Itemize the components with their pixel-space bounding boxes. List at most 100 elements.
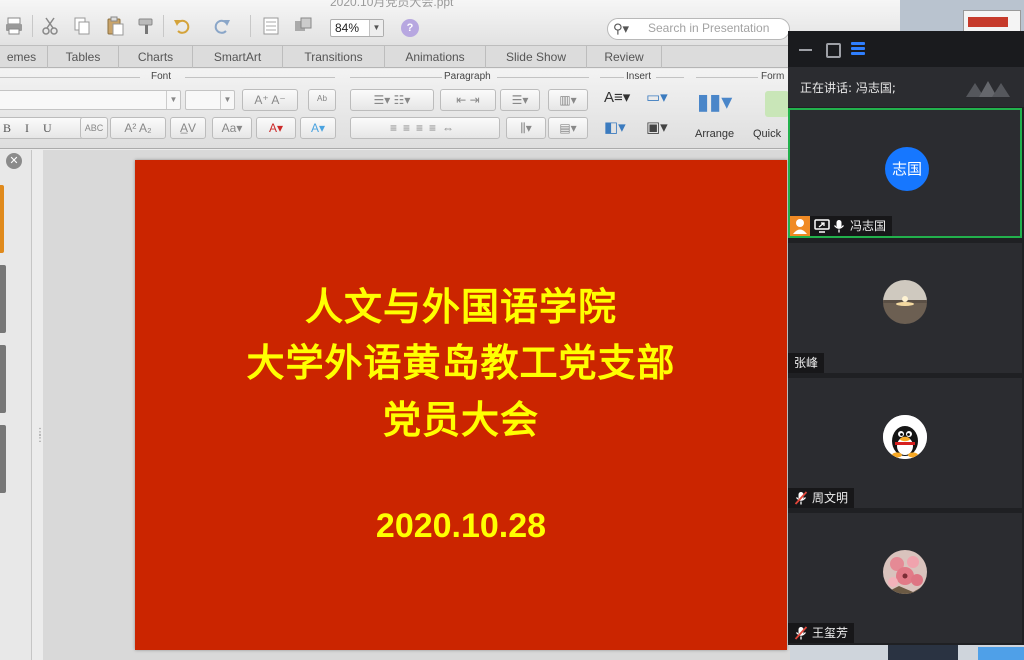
desktop-dock-strip [790,645,1024,660]
toolbar-separator [32,15,33,37]
powerpoint-window: 2020.10月党员大会.ppt 84% ▼ ? ⚲▾ Search in Pr… [0,0,900,660]
font-color-icon[interactable]: A▾ [256,117,296,139]
text-effects-icon[interactable]: A▾ [300,117,336,139]
format-group-label: Form [761,71,785,82]
change-case-icon[interactable]: Aa▾ [212,117,252,139]
media-insert-icon[interactable]: ▣▾ [646,117,668,139]
bullets-numbering-buttons[interactable]: ☰▾ ☷▾ [350,89,434,111]
meeting-panel: 正在讲话: 冯志国; 志国 冯志国 张峰 周文明 王玺芳 [788,31,1024,645]
text-direction-icon[interactable]: ⫼▾ [506,117,546,139]
chevron-down-icon[interactable]: ▼ [369,20,383,36]
tab-charts[interactable]: Charts [119,46,193,68]
participant-tile[interactable]: 张峰 [788,243,1022,373]
tab-transitions[interactable]: Transitions [283,46,385,68]
font-size-field[interactable]: ▼ [185,90,235,110]
clear-format-icon[interactable]: ᴬᵇ [308,89,336,111]
group-divider [185,77,335,78]
character-spacing-icon[interactable]: A̲V [170,117,206,139]
chevron-down-icon[interactable]: ▼ [220,91,234,109]
slide[interactable]: 人文与外国语学院 大学外语黄岛教工党支部 党员大会 2020.10.28 [135,160,787,650]
font-size-grow-shrink[interactable]: A⁺ A⁻ [242,89,298,111]
quick-styles-label[interactable]: Quick [753,128,781,140]
picture-icon[interactable]: ▭▾ [646,87,668,109]
columns-icon[interactable]: ▥▾ [548,89,588,111]
search-icon[interactable]: ⚲▾ [613,21,629,37]
font-name-field[interactable]: ▼ [0,90,181,110]
slide-date: 2020.10.28 [375,507,547,545]
zoom-value: 84% [335,21,360,35]
close-icon[interactable]: ✕ [6,153,22,169]
avatar-flower-photo [883,550,927,594]
slide-thumbnail[interactable] [0,425,6,493]
layout-list-icon[interactable] [850,41,866,57]
cut-icon[interactable] [38,14,62,38]
participant-name: 周文明 [812,491,849,505]
minimize-icon[interactable] [798,41,814,57]
host-icon [790,216,810,236]
strikethrough-button[interactable]: ABC [80,117,108,139]
meeting-title-bar [788,31,1024,67]
meeting-logo-icon [966,81,1010,97]
slide-thumbnail[interactable] [0,265,6,333]
group-divider [696,77,758,78]
alignment-buttons[interactable]: ≡≡≡≡⇔ [350,117,500,139]
group-divider [497,77,589,78]
ribbon-panel: Font Paragraph Insert Form ▼ ▼ A⁺ A⁻ ᴬᵇ … [0,69,900,149]
toolbar-separator [250,15,251,37]
media-icon[interactable] [291,14,315,38]
slide-title-line-1: 人文与外国语学院 [304,285,617,329]
slide-title-line-2: 大学外语黄岛教工党支部 [246,341,676,385]
participant-name-tag: 冯志国 [790,216,893,236]
speaking-text: 正在讲话: 冯志国; [800,81,896,95]
format-painter-icon[interactable] [134,14,158,38]
zoom-select[interactable]: 84% ▼ [330,19,384,37]
participant-tile[interactable]: 周文明 [788,378,1022,508]
indent-buttons[interactable]: ⇤ ⇥ [440,89,496,111]
arrange-label[interactable]: Arrange [695,128,734,140]
align-text-icon[interactable]: ▤▾ [548,117,588,139]
participant-tile-active[interactable]: 志国 冯志国 [788,108,1022,238]
undo-icon[interactable] [170,14,194,38]
tab-themes[interactable]: emes [0,46,48,68]
gallery-icon[interactable] [259,14,283,38]
slide-thumbnail-pane: ✕ [0,150,32,660]
insert-group-label: Insert [626,71,652,82]
group-divider [656,77,684,78]
slide-thumbnail-selected[interactable] [0,185,4,253]
participant-name: 冯志国 [850,219,887,233]
group-divider [350,77,442,78]
search-input[interactable] [648,21,788,35]
screen-share-icon [814,219,830,233]
paste-icon[interactable] [103,14,127,38]
participant-name-tag: 周文明 [788,488,855,508]
participant-tile[interactable]: 王玺芳 [788,513,1022,643]
avatar-penguin [883,415,927,459]
tab-tables[interactable]: Tables [48,46,119,68]
tab-animations[interactable]: Animations [385,46,486,68]
arrange-icon[interactable]: ▮▮▾ [697,91,732,113]
tab-review[interactable]: Review [587,46,662,68]
slide-thumbnail[interactable] [0,345,6,413]
tab-slide-show[interactable]: Slide Show [486,46,587,68]
standard-toolbar: 2020.10月党员大会.ppt 84% ▼ ? ⚲▾ Search in Pr… [0,0,900,46]
redo-icon[interactable] [210,14,234,38]
participant-name: 王玺芳 [812,626,849,640]
shape-icon[interactable]: ◧▾ [604,117,626,139]
tab-smartart[interactable]: SmartArt [193,46,283,68]
microphone-muted-icon [794,491,808,505]
copy-icon[interactable] [70,14,94,38]
line-spacing-icon[interactable]: ☰▾ [500,89,540,111]
print-icon[interactable] [2,14,26,38]
superscript-subscript-buttons[interactable]: A² A₂ [110,117,166,139]
bold-italic-underline-buttons[interactable]: BIU [0,117,84,139]
maximize-icon[interactable] [824,41,841,58]
slide-title-line-3: 党员大会 [382,398,539,442]
text-box-icon[interactable]: A≡▾ [604,87,630,109]
participant-name: 张峰 [794,356,819,370]
chevron-down-icon[interactable]: ▼ [166,91,180,109]
microphone-icon [832,219,846,233]
help-icon[interactable]: ? [401,19,419,37]
quick-styles-icon[interactable] [765,91,789,117]
participant-name-tag: 张峰 [788,353,825,373]
search-box[interactable]: ⚲▾ [607,18,790,40]
